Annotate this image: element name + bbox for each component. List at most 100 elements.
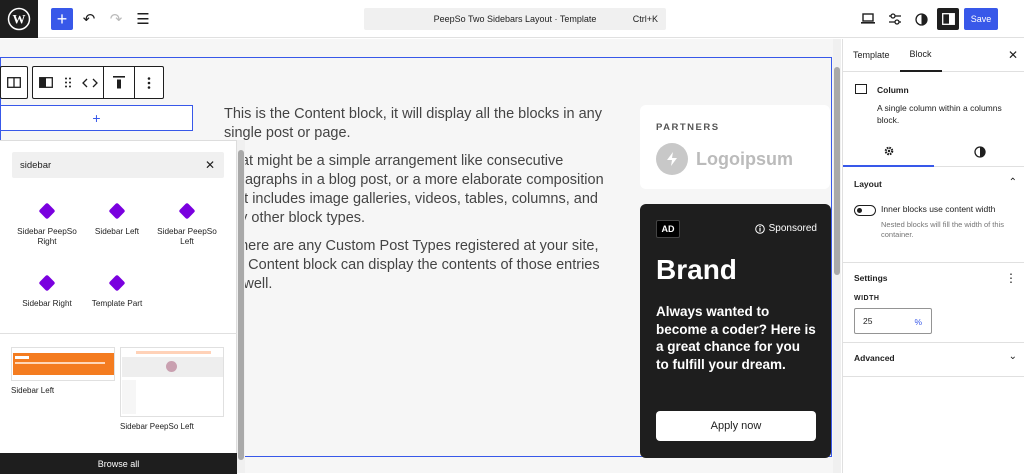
- scrollbar-thumb[interactable]: [834, 67, 840, 275]
- tab-template[interactable]: Template: [843, 39, 900, 72]
- ad-brand-title: Brand: [656, 254, 737, 285]
- info-icon: [754, 223, 765, 234]
- pattern-label: Sidebar PeepSo Left: [120, 422, 194, 431]
- layout-heading[interactable]: Layout: [854, 179, 882, 189]
- undo-button[interactable]: ↶: [78, 8, 100, 30]
- styles-button[interactable]: [910, 8, 932, 30]
- template-part-icon: [108, 202, 126, 220]
- block-inserter-popover: sidebar ✕ Sidebar PeepSo Right Sidebar L…: [0, 140, 237, 474]
- block-settings-toggle[interactable]: [884, 8, 906, 30]
- layout-panel: Layout ⌃ Inner blocks use content width …: [843, 169, 1024, 263]
- content-paragraph: If there are any Custom Post Types regis…: [224, 238, 600, 292]
- pattern-preview: [120, 347, 224, 417]
- tab-styles[interactable]: [934, 137, 1024, 167]
- pattern-item[interactable]: Sidebar PeepSo Left: [120, 347, 224, 431]
- wordpress-icon: W: [7, 7, 31, 31]
- template-part-icon: [108, 274, 126, 292]
- bolt-icon: [656, 143, 688, 175]
- content-width-toggle[interactable]: [854, 205, 876, 216]
- inserter-search-input[interactable]: sidebar ✕: [12, 152, 224, 178]
- block-result-label: Sidebar PeepSo Left: [157, 227, 217, 246]
- content-paragraph: This is the Content block, it will displ…: [224, 106, 602, 141]
- block-controls-group: [32, 66, 164, 99]
- ad-card[interactable]: AD Sponsored Brand Always wanted to beco…: [640, 204, 831, 458]
- svg-text:W: W: [13, 12, 26, 27]
- chevron-down-icon[interactable]: ⌄: [1009, 351, 1017, 362]
- add-block-button[interactable]: +: [51, 8, 73, 30]
- select-parent-button[interactable]: [1, 67, 27, 98]
- ad-badge: AD: [656, 220, 680, 238]
- half-circle-icon: [973, 146, 986, 158]
- apply-now-button[interactable]: Apply now: [656, 411, 816, 441]
- block-result-item[interactable]: Template Part: [82, 271, 152, 333]
- scrollbar-thumb[interactable]: [238, 150, 244, 460]
- advanced-panel: Advanced ⌄: [843, 343, 1024, 377]
- command-palette-button[interactable]: PeepSo Two Sidebars Layout · Template Ct…: [364, 8, 666, 30]
- align-top-button[interactable]: [104, 67, 134, 98]
- logo-text: Logoipsum: [696, 148, 793, 169]
- chevron-up-icon[interactable]: ⌃: [1009, 177, 1017, 188]
- width-input[interactable]: 25 %: [854, 308, 932, 334]
- pattern-results: Sidebar Left Sidebar PeepSo Left: [0, 333, 237, 453]
- preview-button[interactable]: [857, 8, 879, 30]
- canvas-scrollbar[interactable]: [833, 39, 841, 473]
- list-view-icon: ☰: [136, 11, 150, 28]
- drag-handle[interactable]: [59, 67, 77, 98]
- plus-icon: +: [56, 8, 68, 29]
- sponsored-text: Sponsored: [768, 223, 817, 234]
- block-toolbar: [0, 66, 164, 99]
- redo-button[interactable]: ↷: [105, 8, 127, 30]
- settings-sidebar-button[interactable]: [937, 8, 959, 30]
- post-content-block[interactable]: This is the Content block, it will displ…: [224, 105, 614, 303]
- columns-icon: [7, 77, 21, 88]
- advanced-heading[interactable]: Advanced: [854, 353, 895, 363]
- editor-top-bar: W + ↶ ↷ ☰ PeepSo Two Sidebars Layout · T…: [0, 0, 1024, 38]
- close-icon[interactable]: ✕: [1008, 48, 1018, 62]
- plus-icon: +: [92, 110, 101, 126]
- template-part-icon: [38, 274, 56, 292]
- wordpress-logo-button[interactable]: W: [0, 0, 38, 38]
- pattern-preview: [11, 347, 115, 381]
- settings-sidebar: Template Block ✕ Column A single column …: [842, 39, 1024, 473]
- list-view-button[interactable]: ☰: [132, 8, 154, 30]
- sidebar-tabs: Template Block ✕: [843, 39, 1024, 72]
- tab-block[interactable]: Block: [899, 39, 942, 72]
- more-options-button[interactable]: [135, 67, 163, 98]
- inserter-scrollbar[interactable]: [237, 140, 245, 473]
- gear-icon: [884, 146, 893, 156]
- block-result-item[interactable]: Sidebar Right: [12, 271, 82, 333]
- width-unit-select[interactable]: %: [914, 317, 922, 327]
- toggle-label: Inner blocks use content width: [881, 204, 996, 214]
- block-description: A single column within a columns block.: [877, 103, 1002, 125]
- clear-search-icon[interactable]: ✕: [205, 158, 215, 172]
- redo-icon: ↷: [109, 11, 123, 28]
- sponsored-label: Sponsored: [754, 223, 817, 234]
- block-results-grid: Sidebar PeepSo Right Sidebar Left Sideba…: [12, 199, 224, 333]
- block-result-label: Sidebar PeepSo Right: [17, 227, 77, 246]
- pattern-item[interactable]: Sidebar Left: [11, 347, 115, 395]
- move-button[interactable]: [77, 67, 103, 98]
- more-vertical-icon[interactable]: ⋮: [1005, 271, 1017, 285]
- toggle-help: Nested blocks will fill the width of thi…: [881, 220, 1004, 239]
- laptop-icon: [861, 13, 875, 24]
- block-title: Column: [877, 85, 909, 95]
- save-button[interactable]: Save: [964, 8, 998, 30]
- block-appender-button[interactable]: +: [0, 105, 193, 131]
- chevrons-left-right-icon: [82, 78, 98, 87]
- pattern-label: Sidebar Left: [11, 386, 55, 395]
- width-value: 25: [863, 316, 873, 326]
- document-title: PeepSo Two Sidebars Layout · Template: [433, 14, 597, 24]
- block-result-item[interactable]: Sidebar PeepSo Left: [152, 199, 222, 261]
- ad-description: Always wanted to become a coder? Here is…: [656, 304, 816, 372]
- browse-all-button[interactable]: Browse all: [0, 453, 237, 474]
- content-paragraph: That might be a simple arrangement like …: [224, 153, 604, 226]
- block-result-item[interactable]: Sidebar Left: [82, 199, 152, 261]
- column-block-button[interactable]: [33, 67, 59, 98]
- tab-settings[interactable]: [843, 137, 934, 167]
- template-part-icon: [178, 202, 196, 220]
- align-top-icon: [113, 76, 125, 89]
- search-value: sidebar: [20, 159, 52, 171]
- block-result-item[interactable]: Sidebar PeepSo Right: [12, 199, 82, 261]
- partners-card[interactable]: PARTNERS Logoipsum: [640, 105, 830, 189]
- keyboard-shortcut: Ctrl+K: [632, 14, 658, 24]
